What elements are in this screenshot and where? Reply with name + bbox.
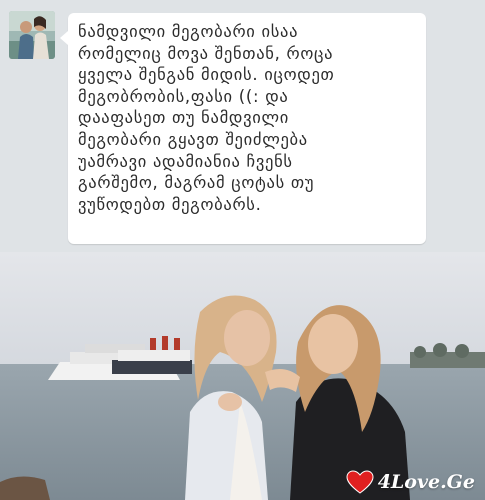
message-text: ნამდვილი მეგობარი ისაა რომელიც მოვა შენთ… xyxy=(78,22,335,214)
attached-photo[interactable]: 4Love.Ge xyxy=(0,252,485,500)
photo-illustration xyxy=(0,252,485,500)
sender-avatar[interactable] xyxy=(9,11,55,59)
bubble-tail xyxy=(60,31,68,45)
watermark-text: 4Love.Ge xyxy=(377,471,475,493)
message-bubble: ნამდვილი მეგობარი ისაა რომელიც მოვა შენთ… xyxy=(60,13,426,244)
site-watermark: 4Love.Ge xyxy=(346,470,475,494)
heart-icon xyxy=(346,470,374,494)
avatar-photo xyxy=(9,11,55,59)
chat-area: ნამდვილი მეგობარი ისაა რომელიც მოვა შენთ… xyxy=(0,0,485,252)
